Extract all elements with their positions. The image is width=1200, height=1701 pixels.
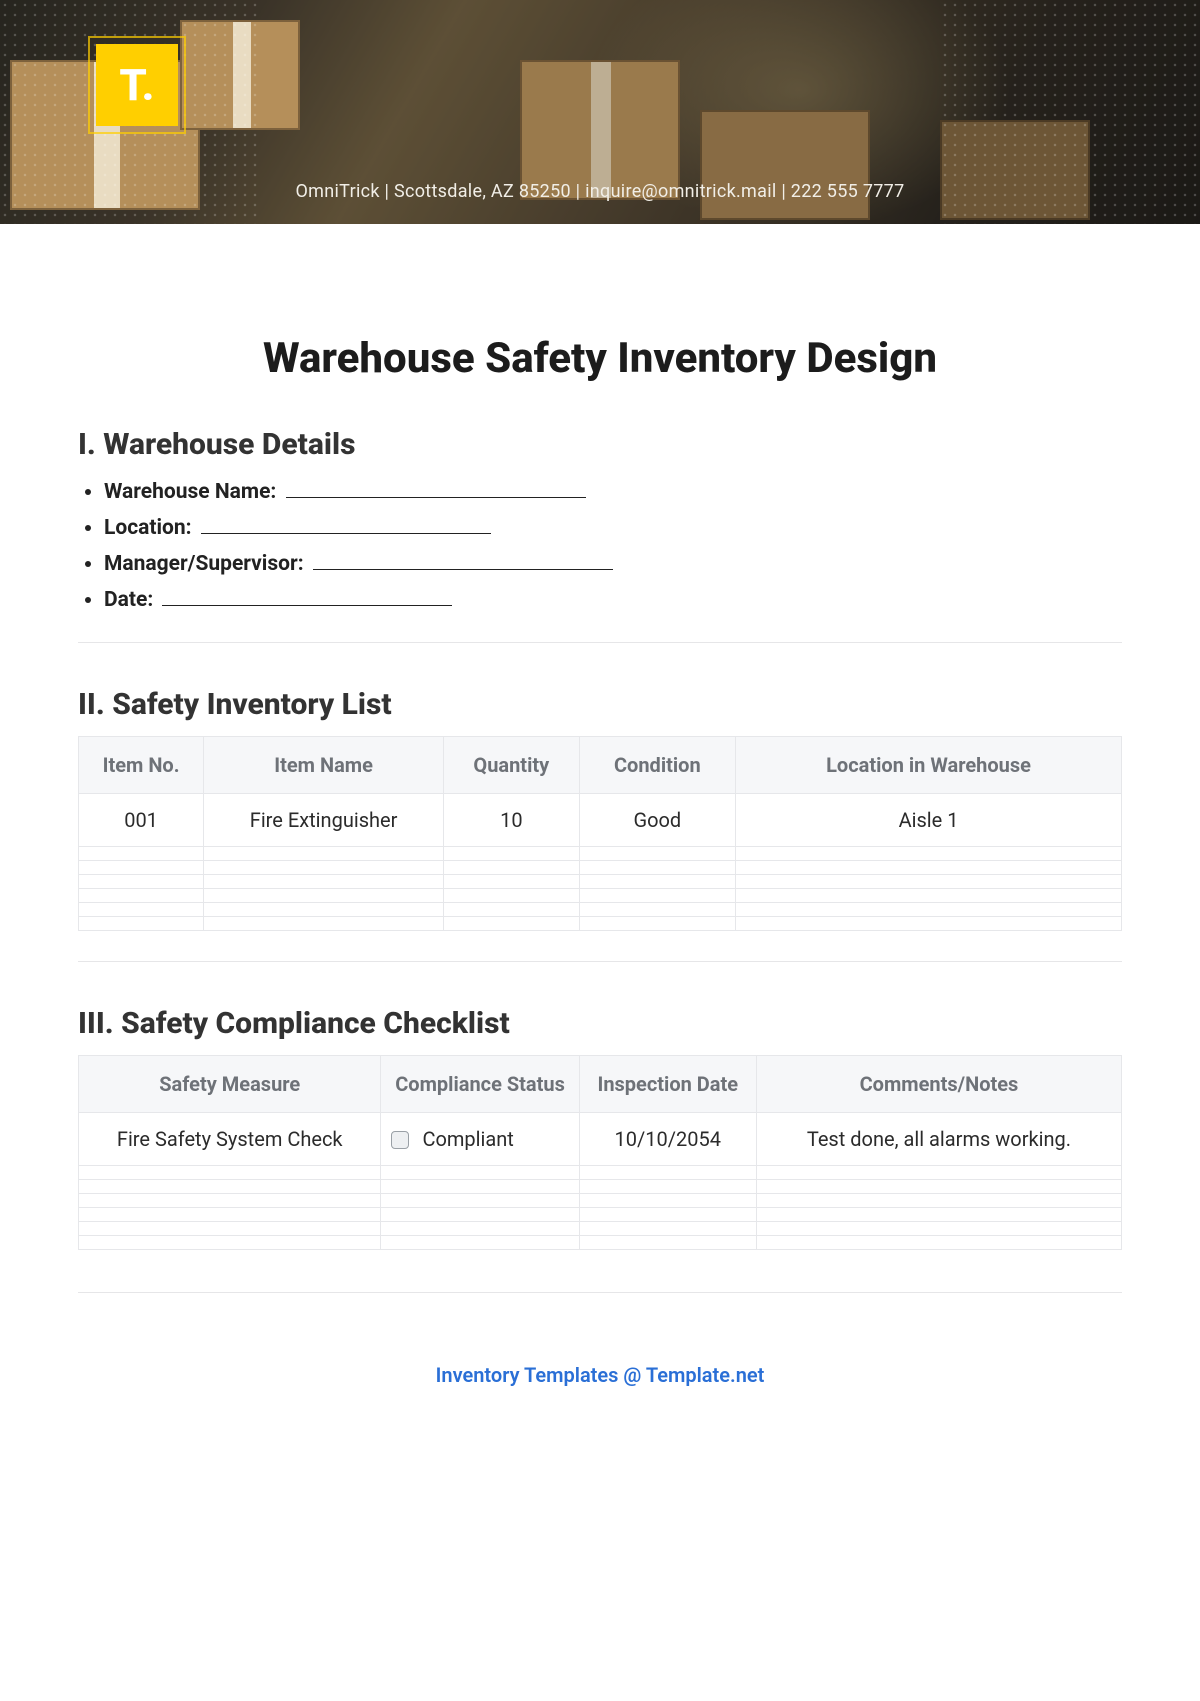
cell-comments[interactable]: Test done, all alarms working. xyxy=(756,1113,1121,1166)
page-title: Warehouse Safety Inventory Design xyxy=(78,334,1122,383)
cell-condition[interactable]: Good xyxy=(579,794,735,847)
checkbox-compliant[interactable] xyxy=(391,1131,409,1149)
table-row: 001 Fire Extinguisher 10 Good Aisle 1 xyxy=(79,794,1122,847)
header-banner: T. OmniTrick | Scottsdale, AZ 85250 | in… xyxy=(0,0,1200,224)
cell-location[interactable]: Aisle 1 xyxy=(736,794,1122,847)
col-comments: Comments/Notes xyxy=(756,1056,1121,1113)
input-manager[interactable] xyxy=(313,548,613,570)
cell-inspection-date[interactable]: 10/10/2054 xyxy=(579,1113,756,1166)
contact-line: OmniTrick | Scottsdale, AZ 85250 | inqui… xyxy=(0,181,1200,202)
section-heading-inventory: II. Safety Inventory List xyxy=(78,687,1122,722)
divider xyxy=(78,642,1122,643)
table-row xyxy=(79,847,1122,861)
divider xyxy=(78,961,1122,962)
table-row xyxy=(79,875,1122,889)
table-row xyxy=(79,1194,1122,1208)
col-item-name: Item Name xyxy=(204,737,444,794)
detail-location: Location: xyxy=(104,512,1122,540)
table-row xyxy=(79,1166,1122,1180)
detail-date: Date: xyxy=(104,584,1122,612)
label-manager: Manager/Supervisor: xyxy=(104,552,304,576)
section-heading-compliance: III. Safety Compliance Checklist xyxy=(78,1006,1122,1041)
table-row: Fire Safety System Check Compliant 10/10… xyxy=(79,1113,1122,1166)
inventory-table: Item No. Item Name Quantity Condition Lo… xyxy=(78,736,1122,931)
table-row xyxy=(79,1236,1122,1250)
warehouse-details-list: Warehouse Name: Location: Manager/Superv… xyxy=(78,476,1122,612)
label-date: Date: xyxy=(104,588,153,612)
col-item-no: Item No. xyxy=(79,737,204,794)
cell-item-no[interactable]: 001 xyxy=(79,794,204,847)
cell-quantity[interactable]: 10 xyxy=(444,794,580,847)
document-body: Warehouse Safety Inventory Design I. War… xyxy=(0,224,1200,1427)
col-status: Compliance Status xyxy=(381,1056,579,1113)
brand-logo-text: T. xyxy=(119,63,154,107)
table-header-row: Safety Measure Compliance Status Inspect… xyxy=(79,1056,1122,1113)
label-warehouse-name: Warehouse Name: xyxy=(104,480,276,504)
input-warehouse-name[interactable] xyxy=(286,476,586,498)
col-quantity: Quantity xyxy=(444,737,580,794)
col-inspection-date: Inspection Date xyxy=(579,1056,756,1113)
table-row xyxy=(79,861,1122,875)
table-header-row: Item No. Item Name Quantity Condition Lo… xyxy=(79,737,1122,794)
col-location: Location in Warehouse xyxy=(736,737,1122,794)
cell-status[interactable]: Compliant xyxy=(381,1113,579,1166)
detail-warehouse-name: Warehouse Name: xyxy=(104,476,1122,504)
footer-link[interactable]: Inventory Templates @ Template.net xyxy=(78,1363,1122,1387)
table-row xyxy=(79,1208,1122,1222)
compliance-table: Safety Measure Compliance Status Inspect… xyxy=(78,1055,1122,1250)
col-condition: Condition xyxy=(579,737,735,794)
cell-item-name[interactable]: Fire Extinguisher xyxy=(204,794,444,847)
label-location: Location: xyxy=(104,516,192,540)
detail-manager: Manager/Supervisor: xyxy=(104,548,1122,576)
table-row xyxy=(79,903,1122,917)
table-row xyxy=(79,889,1122,903)
input-date[interactable] xyxy=(162,584,452,606)
section-heading-details: I. Warehouse Details xyxy=(78,427,1122,462)
cell-status-label: Compliant xyxy=(422,1127,513,1151)
table-row xyxy=(79,1222,1122,1236)
brand-logo: T. xyxy=(96,44,178,126)
input-location[interactable] xyxy=(201,512,491,534)
cell-measure[interactable]: Fire Safety System Check xyxy=(79,1113,381,1166)
table-row xyxy=(79,1180,1122,1194)
table-row xyxy=(79,917,1122,931)
col-measure: Safety Measure xyxy=(79,1056,381,1113)
divider xyxy=(78,1292,1122,1293)
